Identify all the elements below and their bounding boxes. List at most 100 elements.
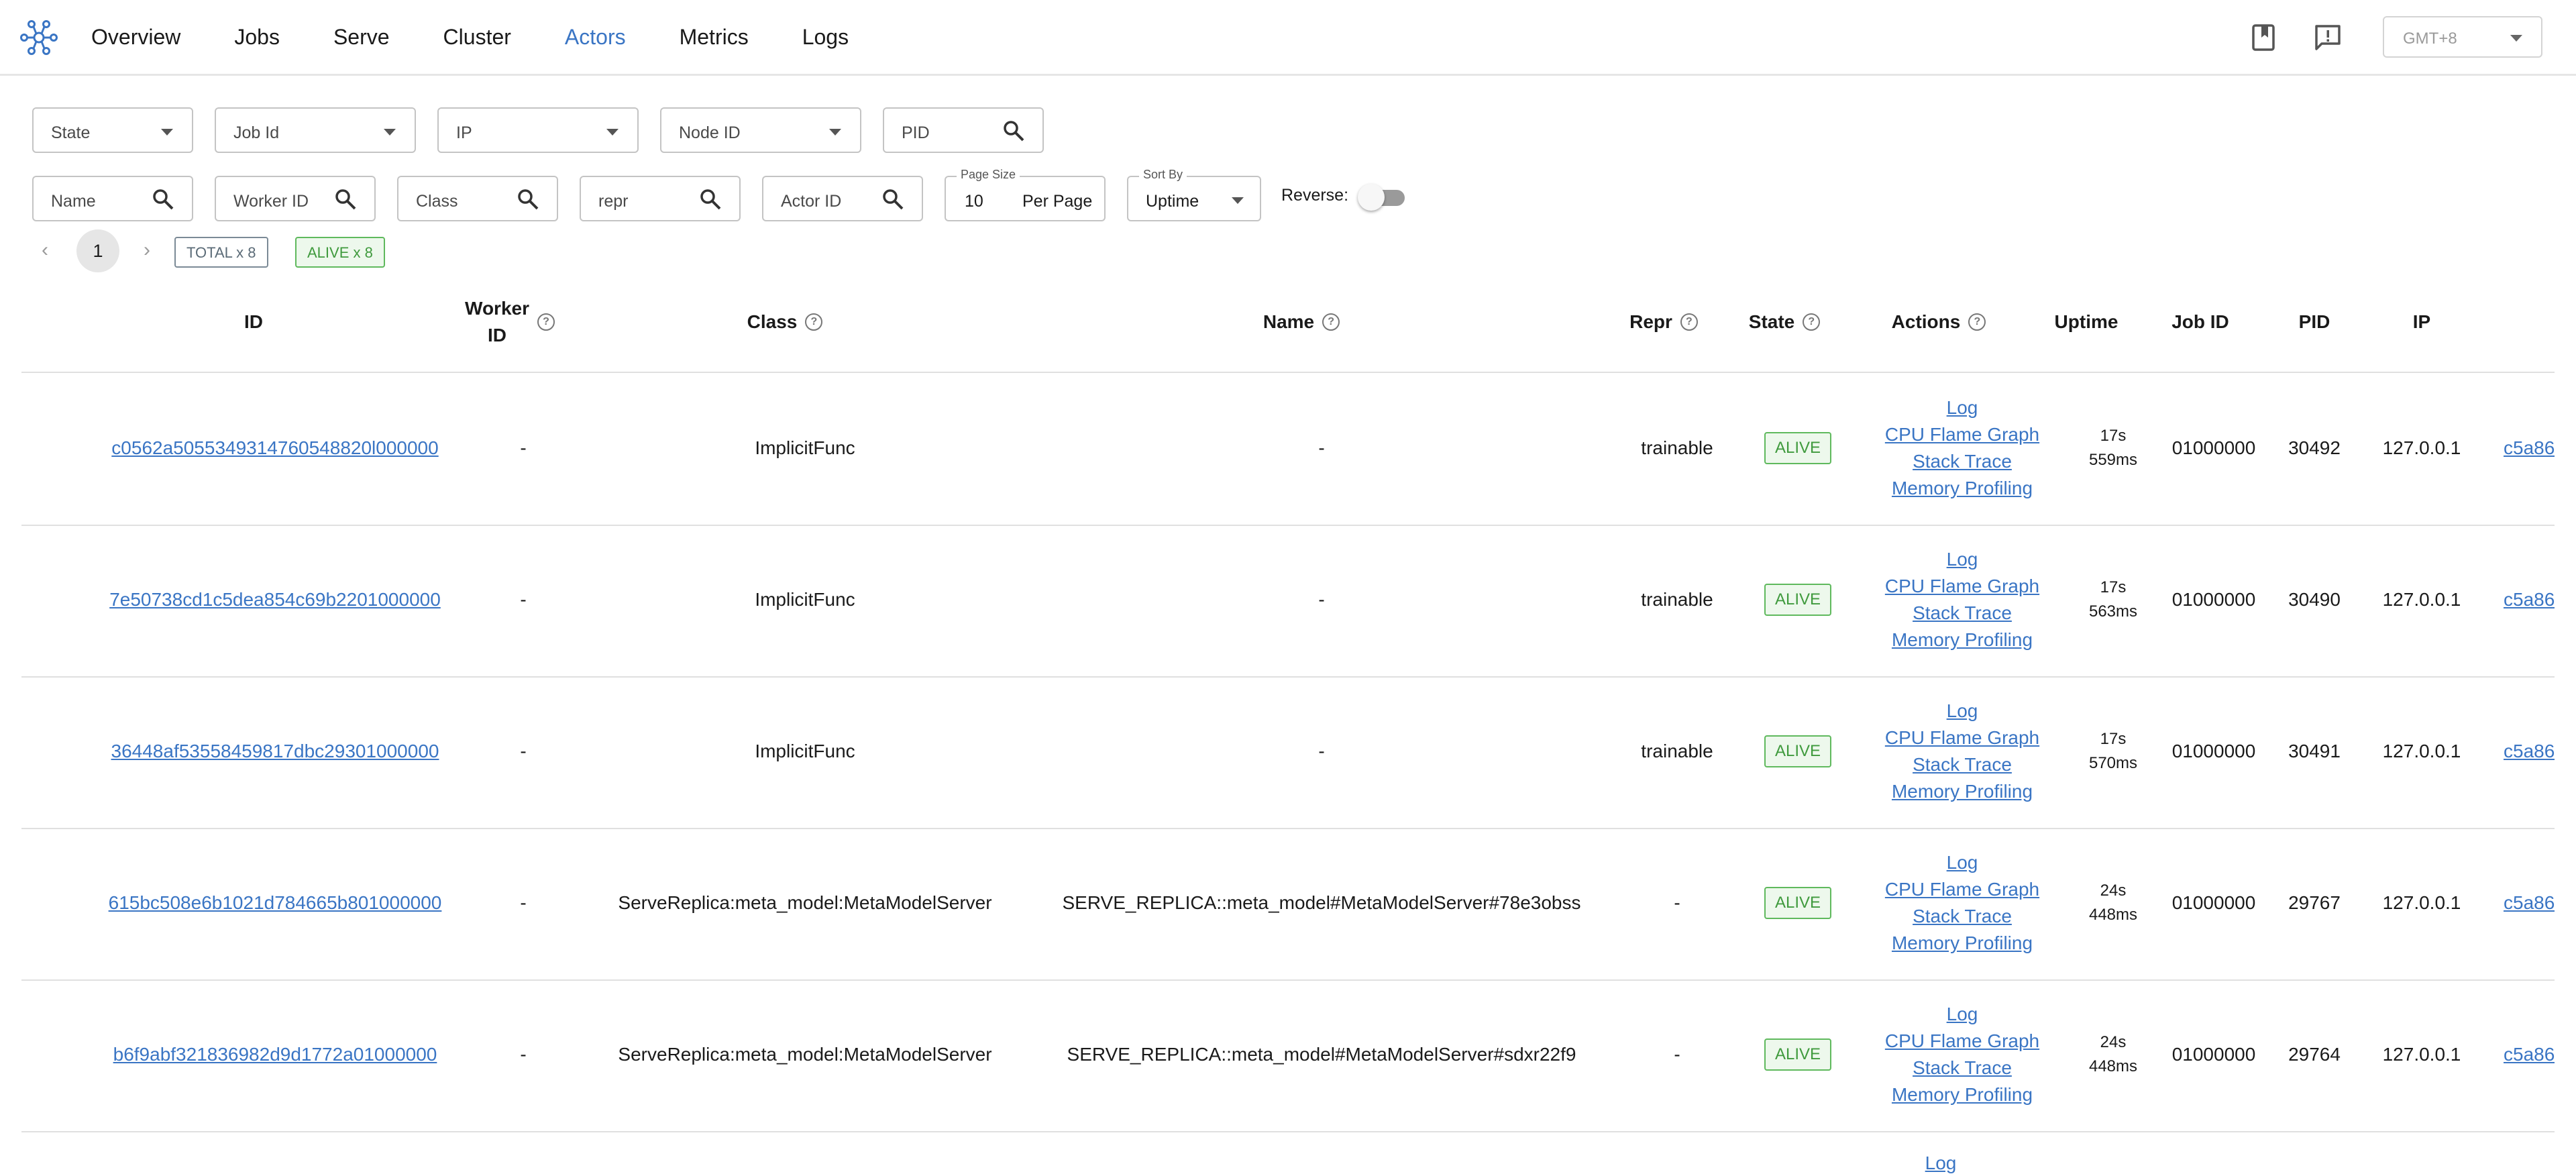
job-id-filter[interactable]: Job Id <box>215 107 416 153</box>
actor-id-link[interactable]: c0562a5055349314760548820l000000 <box>111 437 438 459</box>
stack-trace-link[interactable]: Stack Trace <box>1913 600 2012 627</box>
log-link[interactable]: Log <box>1947 698 1978 725</box>
reverse-toggle[interactable] <box>1358 181 1409 213</box>
actor-id-link[interactable]: 7e50738cd1c5dea854c69b2201000000 <box>109 589 441 610</box>
cpu-flame-graph-link[interactable]: CPU Flame Graph <box>1885 1028 2039 1055</box>
status-badge: ALIVE <box>1764 1038 1832 1071</box>
header-name[interactable]: Name? <box>1214 295 1389 349</box>
header-worker-id[interactable]: Worker ID ? <box>443 295 577 349</box>
next-page-button[interactable]: › <box>144 239 150 262</box>
memory-profiling-link[interactable]: Memory Profiling <box>1892 778 2033 805</box>
stack-trace-link[interactable]: Stack Trace <box>1913 751 2012 778</box>
cpu-flame-graph-link[interactable]: CPU Flame Graph <box>1885 725 2039 751</box>
log-link[interactable]: Log <box>1947 394 1978 421</box>
log-link[interactable]: Log <box>1925 1153 1957 1173</box>
timezone-select[interactable]: GMT+8 <box>2383 16 2542 58</box>
header-actions-label: Actions <box>1891 311 1961 332</box>
table-row: 7e50738cd1c5dea854c69b2201000000 - Impli… <box>21 525 2555 678</box>
cpu-flame-graph-link[interactable]: CPU Flame Graph <box>1885 573 2039 600</box>
pid-search-field[interactable]: PID <box>883 107 1044 153</box>
search-icon[interactable] <box>334 188 357 211</box>
header-pid[interactable]: PID <box>2267 295 2361 349</box>
prev-page-button[interactable]: ‹ <box>42 239 48 262</box>
pid-search-placeholder: PID <box>902 123 930 142</box>
status-badge: ALIVE <box>1764 584 1832 616</box>
nav-serve[interactable]: Serve <box>333 20 390 54</box>
nav-metrics[interactable]: Metrics <box>680 20 749 54</box>
header-ip[interactable]: IP <box>2375 295 2469 349</box>
cpu-flame-graph-link[interactable]: CPU Flame Graph <box>1885 876 2039 903</box>
help-icon[interactable]: ? <box>1968 313 1986 331</box>
header-uptime[interactable]: Uptime <box>2039 295 2133 349</box>
header-pid-label: PID <box>2298 311 2330 332</box>
chevron-down-icon <box>2510 35 2522 42</box>
node-id-link[interactable]: c5a86 <box>2504 741 2555 762</box>
actor-id-cell: 36448af53558459817dbc29301000000 <box>62 676 488 826</box>
actor-id-cell: b6f9abf321836982d9d1772a01000000 <box>62 979 488 1130</box>
actor-id-link[interactable]: 36448af53558459817dbc29301000000 <box>111 741 439 762</box>
help-icon[interactable]: ? <box>805 313 823 331</box>
nav-overview[interactable]: Overview <box>91 20 180 54</box>
memory-profiling-link[interactable]: Memory Profiling <box>1892 930 2033 957</box>
log-link[interactable]: Log <box>1947 849 1978 876</box>
table-row: 36448af53558459817dbc29301000000 - Impli… <box>21 676 2555 829</box>
sort-by-select[interactable]: Sort By Uptime <box>1127 168 1261 221</box>
header-job-id[interactable]: Job ID <box>2147 295 2254 349</box>
repr-search-field[interactable]: repr <box>580 176 741 221</box>
search-icon[interactable] <box>1002 119 1025 142</box>
worker-id-search-field[interactable]: Worker ID <box>215 176 376 221</box>
state-filter[interactable]: State <box>32 107 193 153</box>
stack-trace-link[interactable]: Stack Trace <box>1913 1055 2012 1081</box>
help-icon[interactable]: ? <box>1322 313 1340 331</box>
page-size-input[interactable]: 10 <box>965 192 983 211</box>
header-actions[interactable]: Actions? <box>1865 295 2012 349</box>
state-cell: ALIVE <box>1744 676 1851 826</box>
node-id-link[interactable]: c5a86 <box>2504 1044 2555 1065</box>
help-icon[interactable]: ? <box>537 313 555 331</box>
node-id-filter[interactable]: Node ID <box>660 107 861 153</box>
help-icon[interactable]: ? <box>1680 313 1698 331</box>
header-state[interactable]: State? <box>1731 295 1838 349</box>
actor-id-search-field[interactable]: Actor ID <box>762 176 923 221</box>
header-repr[interactable]: Repr? <box>1597 295 1731 349</box>
nav-logs[interactable]: Logs <box>802 20 849 54</box>
log-link[interactable]: Log <box>1947 1001 1978 1028</box>
search-icon[interactable] <box>152 188 174 211</box>
actor-id-link[interactable]: 615bc508e6b1021d784665b801000000 <box>109 892 442 914</box>
stack-trace-link[interactable]: Stack Trace <box>1913 903 2012 930</box>
name-search-field[interactable]: Name <box>32 176 193 221</box>
node-id-link[interactable]: c5a86 <box>2504 589 2555 610</box>
alive-count-badge[interactable]: ALIVE x 8 <box>295 237 385 268</box>
ip-filter[interactable]: IP <box>437 107 639 153</box>
nav-actors[interactable]: Actors <box>565 20 626 54</box>
page-1-button[interactable]: 1 <box>76 229 119 272</box>
cpu-flame-graph-link[interactable]: CPU Flame Graph <box>1885 421 2039 448</box>
search-icon[interactable] <box>699 188 722 211</box>
search-icon[interactable] <box>517 188 539 211</box>
ray-logo-icon[interactable] <box>19 17 59 58</box>
nav-jobs[interactable]: Jobs <box>234 20 280 54</box>
actions-cell: Log CPU Flame Graph Stack Trace Memory P… <box>1851 525 2073 675</box>
docs-book-icon[interactable] <box>2247 21 2279 54</box>
memory-profiling-link[interactable]: Memory Profiling <box>1892 475 2033 502</box>
stack-trace-link[interactable]: Stack Trace <box>1913 448 2012 475</box>
total-count-badge[interactable]: TOTAL x 8 <box>174 237 268 268</box>
actor-id-link[interactable]: b6f9abf321836982d9d1772a01000000 <box>113 1044 437 1065</box>
uptime-seconds: 24s <box>2100 1033 2127 1051</box>
page-size-field[interactable]: Page Size 10 Per Page <box>945 168 1106 221</box>
node-id-link[interactable]: c5a86 <box>2504 892 2555 914</box>
header-class[interactable]: Class? <box>698 295 872 349</box>
header-id[interactable]: ID <box>168 295 339 349</box>
class-search-field[interactable]: Class <box>397 176 558 221</box>
node-id-link[interactable]: c5a86 <box>2504 437 2555 459</box>
memory-profiling-link[interactable]: Memory Profiling <box>1892 627 2033 653</box>
log-link[interactable]: Log <box>1947 546 1978 573</box>
search-icon[interactable] <box>881 188 904 211</box>
job-id-filter-label: Job Id <box>233 123 280 142</box>
actions-cell: Log CPU Flame Graph Stack Trace Memory P… <box>1851 979 2073 1130</box>
feedback-icon[interactable] <box>2312 21 2344 54</box>
node-id-cell: c5a86 <box>2504 676 2555 826</box>
nav-cluster[interactable]: Cluster <box>443 20 511 54</box>
help-icon[interactable]: ? <box>1803 313 1821 331</box>
memory-profiling-link[interactable]: Memory Profiling <box>1892 1081 2033 1108</box>
